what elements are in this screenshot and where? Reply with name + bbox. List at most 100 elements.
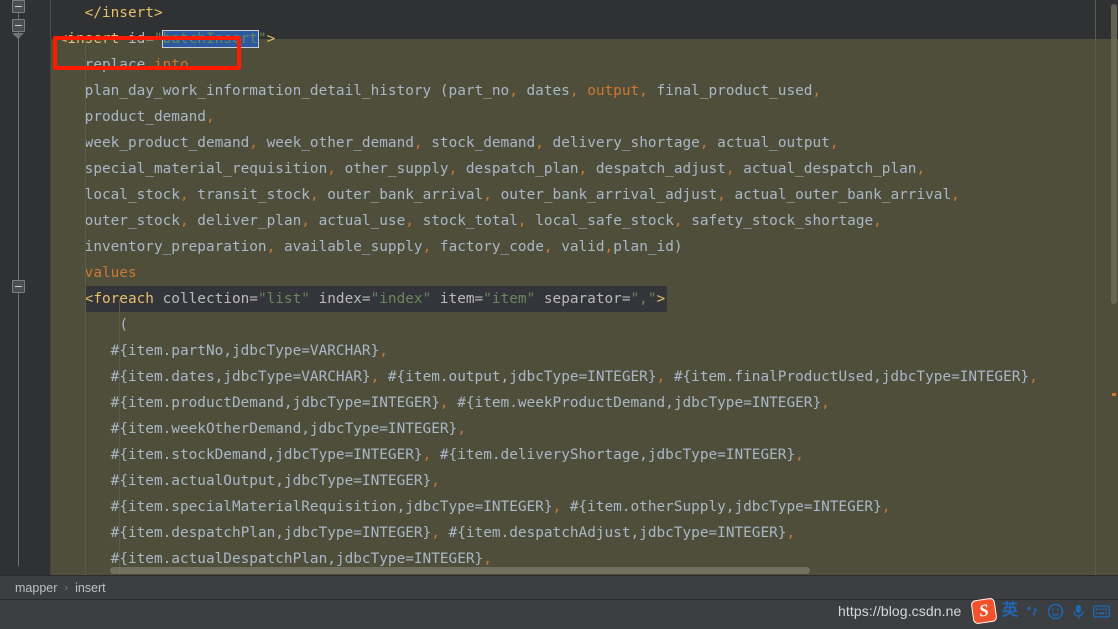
code-token: , [604, 239, 614, 255]
code-line[interactable]: #{item.dates,jdbcType=VARCHAR}, #{item.o… [50, 364, 1118, 390]
code-token: despatch_adjust [587, 161, 726, 177]
code-line[interactable]: #{item.specialMaterialRequisition,jdbcTy… [50, 494, 1118, 520]
code-token: #{item.stockDemand,jdbcType=INTEGER} [110, 447, 423, 463]
code-token: "index" [370, 291, 432, 307]
code-line[interactable]: product_demand, [50, 104, 1118, 130]
code-token: , [266, 239, 276, 255]
code-token: , [821, 395, 830, 411]
code-token: local_safe_stock [526, 213, 674, 229]
punctuation-toggle-icon[interactable] [1024, 603, 1041, 620]
code-token: id= [119, 31, 154, 47]
editor-gutter[interactable] [0, 0, 38, 575]
code-line[interactable]: #{item.partNo,jdbcType=VARCHAR}, [50, 338, 1118, 364]
code-token: dates [517, 83, 570, 99]
code-line[interactable]: <foreach collection="list" index="index"… [50, 286, 1118, 312]
sogou-ime-toolbar[interactable]: 英 [968, 597, 1114, 625]
code-token: , [327, 161, 336, 177]
code-line[interactable]: </insert> [50, 0, 1118, 26]
code-token: , [448, 161, 458, 177]
vertical-scrollbar[interactable] [1110, 0, 1118, 575]
code-line[interactable]: plan_day_work_information_detail_history… [50, 78, 1118, 104]
code-token: , [1029, 369, 1038, 385]
code-token: , [873, 213, 882, 229]
code-token: plan_id) [613, 239, 683, 255]
code-token: #{item.output,jdbcType=INTEGER} [379, 369, 657, 385]
code-line[interactable]: local_stock, transit_stock, outer_bank_a… [50, 182, 1118, 208]
code-token: despatch_plan [457, 161, 579, 177]
code-token: , [431, 473, 440, 489]
fold-collapse-icon-3[interactable] [12, 280, 25, 293]
horizontal-scrollbar-thumb[interactable] [110, 567, 810, 574]
input-mode-english-icon[interactable]: 英 [1002, 603, 1018, 619]
code-token: #{item.actualDespatchPlan,jdbcType=INTEG… [110, 551, 484, 567]
code-line[interactable]: #{item.actualOutput,jdbcType=INTEGER}, [50, 468, 1118, 494]
code-token: output [587, 83, 640, 99]
code-token: week_other_demand [257, 135, 414, 151]
code-content[interactable]: </insert> <insert id="batchInsert"> repl… [50, 0, 1118, 575]
code-token: , [552, 499, 562, 515]
indent-guide-1 [85, 39, 86, 575]
code-token: > [656, 291, 666, 307]
code-token: , [379, 343, 388, 359]
code-line[interactable]: #{item.productDemand,jdbcType=INTEGER}, … [50, 390, 1118, 416]
code-token: separator= [535, 291, 631, 307]
code-token: actual_output [708, 135, 830, 151]
fold-collapse-icon-2[interactable] [12, 19, 25, 32]
code-token: , [309, 187, 319, 203]
code-token: , [179, 213, 189, 229]
code-token: , [717, 187, 726, 203]
code-token: , [535, 135, 544, 151]
fold-collapse-icon-1[interactable] [12, 0, 25, 13]
code-token: , [829, 135, 839, 151]
breadcrumb-item-insert[interactable]: insert [75, 581, 106, 595]
code-token: , [673, 213, 683, 229]
code-line[interactable]: week_product_demand, week_other_demand, … [50, 130, 1118, 156]
code-token: , [457, 421, 466, 437]
code-token: , [370, 369, 380, 385]
indent-guide-2 [119, 299, 120, 575]
code-token: transit_stock [188, 187, 310, 203]
code-line[interactable]: #{item.weekOtherDemand,jdbcType=INTEGER}… [50, 416, 1118, 442]
ide-window: </insert> <insert id="batchInsert"> repl… [0, 0, 1118, 629]
code-token: product_demand [84, 109, 206, 125]
horizontal-scrollbar[interactable] [50, 566, 1118, 575]
code-editor[interactable]: </insert> <insert id="batchInsert"> repl… [0, 0, 1118, 575]
code-token: plan_day_work_information_detail_history… [84, 83, 510, 99]
breadcrumb: mapper › insert [0, 575, 1118, 599]
code-line[interactable]: inventory_preparation, available_supply,… [50, 234, 1118, 260]
code-token: week_product_demand [84, 135, 250, 151]
microphone-icon[interactable] [1070, 603, 1087, 620]
sogou-logo-icon[interactable] [970, 597, 998, 625]
code-token: , [405, 213, 414, 229]
code-line[interactable]: ( [50, 312, 1118, 338]
code-line[interactable]: <insert id="batchInsert"> [50, 26, 1118, 52]
code-token: other_supply [335, 161, 449, 177]
code-token: replace [84, 57, 154, 73]
breadcrumb-item-mapper[interactable]: mapper [15, 581, 57, 595]
code-line[interactable]: special_material_requisition, other_supp… [50, 156, 1118, 182]
vertical-scrollbar-thumb[interactable] [1111, 4, 1117, 304]
code-token: , [422, 239, 432, 255]
editor-gutter-annotations [38, 0, 50, 575]
code-token: , [569, 83, 579, 99]
code-token: " [257, 31, 267, 47]
code-line[interactable]: values [50, 260, 1118, 286]
emoji-smiley-icon[interactable] [1047, 603, 1064, 620]
code-line[interactable]: outer_stock, deliver_plan, actual_use, s… [50, 208, 1118, 234]
code-line[interactable]: #{item.stockDemand,jdbcType=INTEGER}, #{… [50, 442, 1118, 468]
code-token: special_material_requisition [84, 161, 328, 177]
code-token: outer_bank_arrival [318, 187, 484, 203]
soft-keyboard-icon[interactable] [1093, 603, 1111, 620]
code-line[interactable]: #{item.despatchPlan,jdbcType=INTEGER}, #… [50, 520, 1118, 546]
code-token: inventory_preparation [84, 239, 267, 255]
code-token: ( [119, 317, 128, 333]
code-line[interactable]: replace into [50, 52, 1118, 78]
